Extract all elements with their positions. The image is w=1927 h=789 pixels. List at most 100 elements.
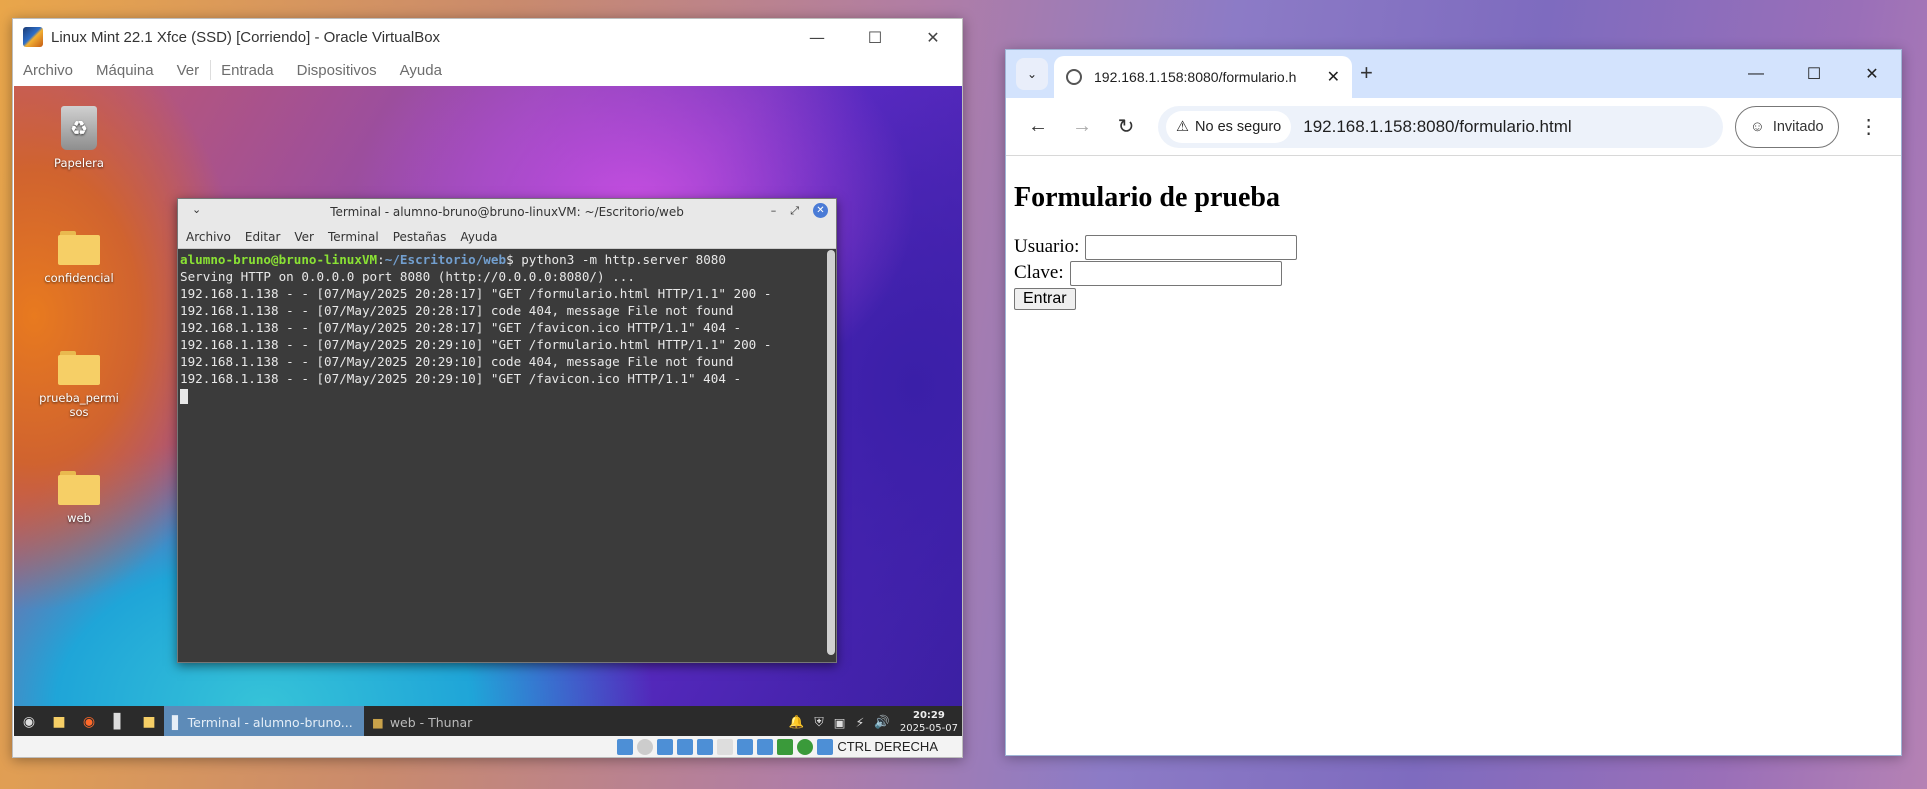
tab-strip: ⌄ 192.168.1.158:8080/formulario.h ✕ + — … — [1006, 50, 1901, 98]
terminal-line: 192.168.1.138 - - [07/May/2025 20:29:10]… — [180, 337, 772, 352]
security-label: No es seguro — [1195, 118, 1282, 135]
term-menu-editar[interactable]: Editar — [245, 230, 281, 244]
maximize-icon[interactable]: ⤢ — [790, 204, 799, 218]
terminal-titlebar[interactable]: ⌄ Terminal - alumno-bruno@bruno-linuxVM:… — [178, 199, 836, 225]
page-title: Formulario de prueba — [1014, 182, 1280, 213]
terminal-title: Terminal - alumno-bruno@bruno-linuxVM: ~… — [330, 205, 684, 219]
desktop-icon-label: prueba_permisos — [39, 391, 119, 419]
trash-icon: ♻ — [61, 106, 97, 150]
usb-icon[interactable] — [697, 738, 714, 755]
terminal-scrollbar[interactable] — [827, 250, 835, 655]
terminal-line: 192.168.1.138 - - [07/May/2025 20:29:10]… — [180, 371, 742, 386]
minimize-icon[interactable]: — — [1727, 50, 1785, 98]
profile-icon: ☺ — [1750, 118, 1765, 135]
term-menu-ayuda[interactable]: Ayuda — [460, 230, 497, 244]
network-icon[interactable] — [677, 738, 694, 755]
term-menu-archivo[interactable]: Archivo — [186, 230, 231, 244]
terminal-launcher-icon[interactable]: ▋ — [108, 711, 130, 733]
reload-icon[interactable]: ↻ — [1104, 114, 1148, 139]
browser-toolbar: ← → ↻ ⚠ No es seguro 192.168.1.158:8080/… — [1006, 98, 1901, 156]
clock[interactable]: 20:29 2025-05-07 — [900, 709, 958, 735]
files-launcher-icon[interactable]: ■ — [138, 711, 160, 733]
prompt-command: $ python3 -m http.server 8080 — [506, 252, 726, 267]
show-desktop-icon[interactable]: ■ — [48, 711, 70, 733]
terminal-output[interactable]: alumno-bruno@bruno-linuxVM:~/Escritorio/… — [178, 249, 836, 660]
terminal-line: 192.168.1.138 - - [07/May/2025 20:29:10]… — [180, 354, 734, 369]
folder-icon — [58, 351, 100, 385]
more-menu-icon[interactable]: ⋮ — [1859, 114, 1879, 139]
prompt-path: ~/Escritorio/web — [384, 252, 507, 267]
submit-button[interactable]: Entrar — [1014, 288, 1076, 310]
volume-icon[interactable]: 🔊 — [874, 714, 890, 730]
firefox-icon[interactable]: ◉ — [78, 711, 100, 733]
term-menu-pestanas[interactable]: Pestañas — [393, 230, 447, 244]
taskbar-item-terminal[interactable]: ▋ Terminal - alumno-bruno... — [164, 706, 364, 738]
address-bar[interactable]: ⚠ No es seguro 192.168.1.158:8080/formul… — [1158, 105, 1723, 148]
optical-drive-icon[interactable] — [637, 738, 654, 755]
warning-icon: ⚠ — [1176, 118, 1189, 135]
display-icon[interactable] — [737, 738, 754, 755]
recording-icon[interactable] — [757, 738, 774, 755]
tab-formulario[interactable]: 192.168.1.158:8080/formulario.h ✕ — [1054, 56, 1352, 98]
site-info-chip[interactable]: ⚠ No es seguro — [1166, 110, 1292, 143]
terminal-window: ⌄ Terminal - alumno-bruno@bruno-linuxVM:… — [177, 198, 837, 663]
host-key-label: CTRL DERECHA — [837, 739, 938, 754]
password-input[interactable] — [1069, 260, 1282, 286]
menu-archivo[interactable]: Archivo — [23, 62, 73, 79]
vbox-menubar: Archivo Máquina Ver Entrada Dispositivos… — [13, 55, 962, 85]
profile-label: Invitado — [1772, 118, 1824, 135]
notification-bell-icon[interactable]: 🔔 — [789, 714, 805, 730]
terminal-menubar: Archivo Editar Ver Terminal Pestañas Ayu… — [178, 225, 836, 249]
term-menu-ver[interactable]: Ver — [294, 230, 314, 244]
menu-ayuda[interactable]: Ayuda — [400, 62, 442, 79]
shared-folders-icon[interactable] — [717, 738, 734, 755]
shield-icon[interactable]: ⛨ — [814, 714, 823, 730]
desktop-icon-web[interactable]: web — [34, 471, 124, 525]
menu-entrada[interactable]: Entrada — [221, 62, 274, 79]
close-icon[interactable]: ✕ — [813, 203, 828, 218]
desktop-icon-trash[interactable]: ♻ Papelera — [34, 106, 124, 170]
minimize-icon[interactable]: — — [788, 19, 846, 55]
minimize-icon[interactable]: – — [771, 204, 777, 217]
web-page: Formulario de prueba Usuario: Clave: Ent… — [1006, 156, 1901, 320]
profile-button[interactable]: ☺ Invitado — [1735, 105, 1839, 148]
keyboard-capture-icon[interactable] — [817, 738, 834, 755]
url-text: 192.168.1.158:8080/formulario.html — [1303, 116, 1572, 136]
desktop-icon-label: Papelera — [54, 156, 104, 170]
desktop-icon-prueba-permisos[interactable]: prueba_permisos — [34, 351, 124, 419]
new-tab-icon[interactable]: + — [1360, 60, 1373, 86]
chevron-down-icon[interactable]: ⌄ — [192, 203, 201, 216]
folder-icon — [58, 231, 100, 265]
desktop-icon-confidencial[interactable]: confidencial — [34, 231, 124, 285]
menu-ver[interactable]: Ver — [177, 62, 200, 79]
taskbar-item-label: Terminal - alumno-bruno... — [187, 714, 353, 730]
close-tab-icon[interactable]: ✕ — [1327, 67, 1340, 87]
terminal-prompt-line: alumno-bruno@bruno-linuxVM:~/Escritorio/… — [180, 252, 726, 267]
terminal-line: 192.168.1.138 - - [07/May/2025 20:28:17]… — [180, 320, 742, 335]
vm-display[interactable]: ♻ Papelera confidencial prueba_permisos … — [14, 86, 962, 738]
close-icon[interactable]: ✕ — [904, 19, 962, 55]
power-icon[interactable]: ⚡ — [856, 715, 865, 730]
mint-menu-icon[interactable]: ◉ — [18, 711, 40, 733]
menu-maquina[interactable]: Máquina — [96, 62, 154, 79]
taskbar-item-thunar[interactable]: ■ web - Thunar — [364, 706, 480, 738]
close-icon[interactable]: ✕ — [1843, 50, 1901, 98]
folder-icon — [58, 471, 100, 505]
virtualbox-window: Linux Mint 22.1 Xfce (SSD) [Corriendo] -… — [12, 18, 963, 758]
maximize-icon[interactable]: ☐ — [846, 19, 904, 55]
username-input[interactable] — [1085, 234, 1298, 260]
term-menu-terminal[interactable]: Terminal — [328, 230, 379, 244]
audio-icon[interactable] — [657, 738, 674, 755]
globe-icon[interactable] — [797, 738, 814, 755]
clipboard-icon[interactable]: ▣ — [834, 715, 846, 730]
terminal-line: 192.168.1.138 - - [07/May/2025 20:28:17]… — [180, 286, 772, 301]
cpu-icon[interactable] — [777, 738, 794, 755]
menu-dispositivos[interactable]: Dispositivos — [297, 62, 377, 79]
back-icon[interactable]: ← — [1016, 115, 1060, 138]
virtualbox-logo-icon — [23, 27, 43, 47]
maximize-icon[interactable]: ☐ — [1785, 50, 1843, 98]
forward-icon[interactable]: → — [1060, 115, 1104, 138]
tab-search-icon[interactable]: ⌄ — [1016, 58, 1048, 90]
storage-icon[interactable] — [617, 738, 634, 755]
desktop-icon-label: confidencial — [44, 271, 114, 285]
